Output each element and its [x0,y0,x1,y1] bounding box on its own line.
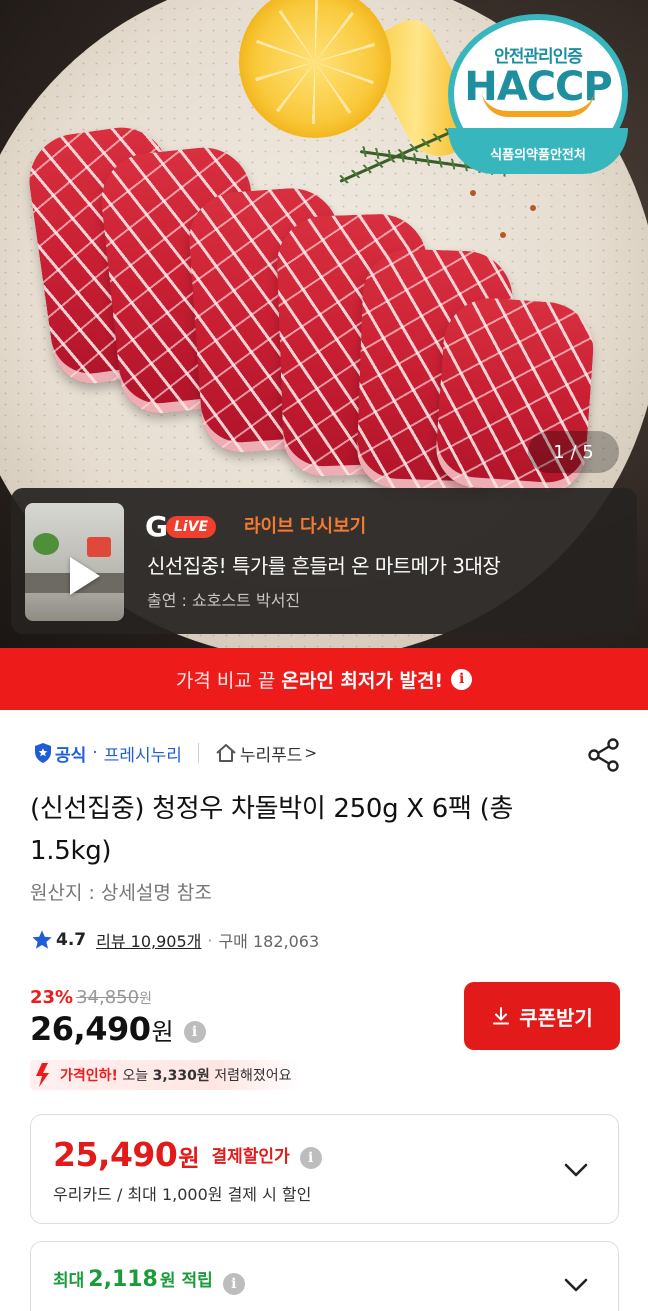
points-amount: 2,118 [88,1267,158,1292]
price-unit: 원 [151,1018,174,1046]
product-title: (신선집중) 청정우 차돌박이 250g X 6팩 (총 1.5kg) [30,794,514,866]
info-icon[interactable]: i [299,1147,322,1169]
chevron-down-icon[interactable] [563,1277,589,1293]
haccp-smile-mark [482,91,594,117]
points-suffix: 적립 [181,1271,213,1291]
brand-store-link[interactable]: 누리푸드 [240,741,303,766]
price-drop-mid: 오늘 [117,1068,153,1084]
official-badge: 공식 [55,745,87,766]
payment-discount-price: 25,490 [53,1135,178,1174]
points-prefix: 최대 [53,1271,85,1291]
payment-discount-card[interactable]: 25,490 원 결제할인가 i 우리카드 / 최대 1,000원 결제 시 할… [30,1114,619,1224]
info-icon[interactable]: i [183,1021,206,1043]
arrow-down-icon [36,1063,49,1087]
price-drop-note: 가격인하! 오늘 3,330원 저렴해졌어요 [30,1060,302,1090]
info-icon[interactable]: i [222,1273,245,1295]
home-icon [216,744,236,762]
price-drop-amount: 3,330원 [152,1068,210,1084]
glive-logo: G LiVE [145,510,217,543]
star-icon [32,930,52,949]
payment-discount-detail: 우리카드 / 최대 1,000원 결제 시 할인 [53,1185,312,1204]
banner-emphasis: 온라인 최저가 발견! [281,669,444,692]
discount-row: 23% 34,850 원 [30,987,152,1008]
chevron-down-icon[interactable] [563,1162,589,1178]
play-icon[interactable] [70,557,100,595]
sale-price: 26,490 [30,1010,151,1048]
live-replay-card[interactable]: G LiVE 라이브 다시보기 신선집중! 특가를 흔들러 온 마트메가 3대장… [11,488,637,634]
live-replay-label: 라이브 다시보기 [244,516,367,537]
review-count-link[interactable]: 리뷰 10,905개 [96,928,201,952]
separator-dot: · [92,743,98,763]
payment-discount-label: 결제할인가 [211,1147,290,1167]
chevron-right-icon: > [304,744,318,762]
payment-price-row: 25,490 원 결제할인가 i [53,1135,322,1174]
discount-rate: 23% [30,987,74,1008]
price-drop-suffix: 저렴해졌어요 [209,1068,292,1084]
original-price: 34,850 [76,987,140,1008]
live-thumbnail[interactable] [25,503,124,621]
rating-row: 4.7 리뷰 10,905개 · 구매 182,063 [31,928,319,952]
points-unit: 원 [159,1271,176,1291]
info-icon[interactable]: i [451,668,473,690]
live-title: 신선집중! 특가를 흔들러 온 마트메가 3대장 [147,554,501,578]
rating-score: 4.7 [56,930,87,950]
haccp-badge: 안전관리인증 HACCP 식품의약품안전처 [448,14,628,174]
live-host: 출연 : 쇼호스트 박서진 [147,591,301,610]
seller-row: 공식 · 프레시누리 누리푸드 > [33,738,317,768]
image-counter: 1 / 5 [528,431,619,473]
glive-logo-letter: G [145,510,168,543]
payment-price-unit: 원 [178,1146,200,1172]
price-row: 26,490 원 i [30,1010,206,1048]
product-origin: 원산지 : 상세설명 참조 [30,882,212,904]
price-drop-prefix: 가격인하! [60,1068,118,1084]
download-icon [493,1007,510,1025]
shield-icon [35,743,51,763]
original-price-unit: 원 [139,991,152,1007]
coupon-button[interactable]: 쿠폰받기 [464,982,620,1050]
coupon-button-label: 쿠폰받기 [519,1005,593,1030]
haccp-badge-bottom: 식품의약품안전처 [448,128,628,174]
pepper-flake [470,190,476,196]
points-card[interactable]: 최대 2,118 원 적립 i [30,1241,619,1311]
pepper-flake [500,232,506,238]
share-icon[interactable] [586,737,622,773]
lowest-price-banner[interactable]: 가격 비교 끝 온라인 최저가 발견! i [0,648,648,710]
purchase-count: 구매 182,063 [218,932,320,951]
pepper-flake [530,205,536,211]
glive-logo-pill: LiVE [165,516,217,538]
divider [197,743,199,763]
separator-dot: · [207,930,213,950]
points-row: 최대 2,118 원 적립 i [53,1266,245,1295]
product-image-gallery[interactable]: 안전관리인증 HACCP 식품의약품안전처 1 / 5 G LiVE 라이브 다… [0,0,648,648]
seller-name-link[interactable]: 프레시누리 [104,741,182,766]
banner-lead: 가격 비교 끝 [175,669,276,692]
